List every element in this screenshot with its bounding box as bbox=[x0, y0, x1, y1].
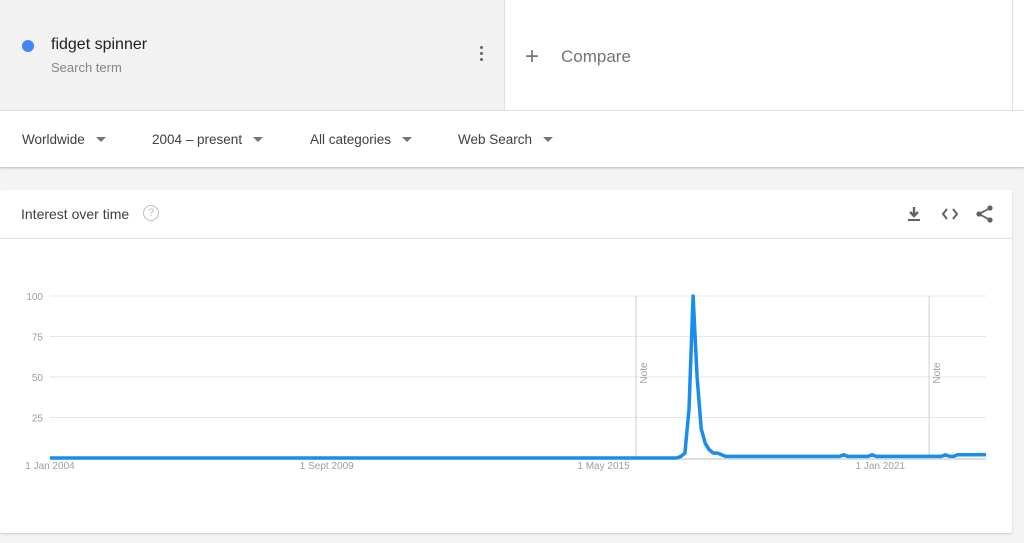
filter-region-label: Worldwide bbox=[22, 131, 85, 147]
filter-category[interactable]: All categories bbox=[310, 111, 413, 167]
search-term-card[interactable]: fidget spinner Search term bbox=[0, 0, 505, 110]
search-term-name: fidget spinner bbox=[51, 36, 148, 53]
filter-bar: Worldwide 2004 – present All categories … bbox=[0, 111, 1024, 168]
divider bbox=[1012, 0, 1024, 110]
dropdown-caret-icon bbox=[95, 137, 106, 142]
card-title: Interest over time bbox=[21, 206, 130, 222]
search-term-subtitle: Search term bbox=[51, 60, 122, 75]
filter-search-type[interactable]: Web Search bbox=[458, 111, 554, 167]
filter-search-type-label: Web Search bbox=[458, 131, 533, 147]
dropdown-caret-icon bbox=[402, 137, 413, 142]
interest-over-time-card: Interest over time ? bbox=[0, 190, 1012, 533]
embed-code-icon[interactable] bbox=[940, 204, 960, 224]
filter-region[interactable]: Worldwide bbox=[22, 111, 106, 167]
filter-time-range-label: 2004 – present bbox=[152, 131, 243, 147]
filter-time-range[interactable]: 2004 – present bbox=[152, 111, 264, 167]
series-color-dot bbox=[22, 40, 34, 52]
filter-category-label: All categories bbox=[310, 131, 392, 147]
dropdown-caret-icon bbox=[543, 137, 554, 142]
dropdown-caret-icon bbox=[253, 137, 264, 142]
card-header: Interest over time ? bbox=[0, 190, 1012, 239]
plus-icon: + bbox=[525, 43, 540, 70]
help-circle-icon[interactable]: ? bbox=[143, 205, 159, 221]
compare-label: Compare bbox=[561, 47, 631, 66]
search-terms-bar: fidget spinner Search term + Compare bbox=[0, 0, 1024, 111]
more-options-icon[interactable] bbox=[476, 46, 486, 64]
download-icon[interactable] bbox=[904, 204, 924, 224]
compare-button[interactable]: + Compare bbox=[525, 44, 631, 70]
share-icon[interactable] bbox=[975, 204, 995, 224]
